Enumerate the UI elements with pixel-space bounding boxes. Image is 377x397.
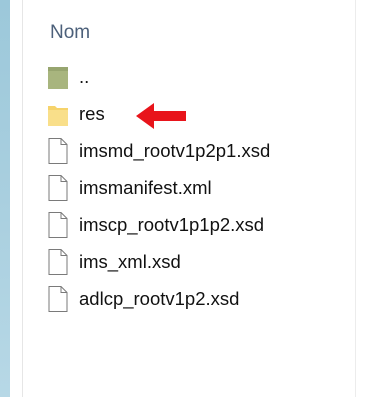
file-icon	[48, 137, 68, 164]
list-item-file[interactable]: imscp_rootv1p1p2.xsd	[47, 206, 347, 243]
list-item-label: adlcp_rootv1p2.xsd	[79, 287, 240, 309]
file-list: .. res imsmd_rootv1p2p1.xsd imsmanifest.…	[47, 58, 347, 317]
list-item-label: res	[79, 102, 105, 124]
file-icon	[48, 211, 68, 238]
list-item-label: imsmd_rootv1p2p1.xsd	[79, 139, 271, 161]
list-item-label: imsmanifest.xml	[79, 176, 212, 198]
list-item-label: ..	[79, 65, 90, 87]
vertical-scrollbar[interactable]	[355, 0, 377, 397]
file-icon	[48, 174, 68, 201]
file-icon	[48, 248, 68, 275]
list-item-parent[interactable]: ..	[47, 58, 347, 95]
list-item-file[interactable]: ims_xml.xsd	[47, 243, 347, 280]
navigation-pane-edge	[0, 0, 10, 397]
column-header-name[interactable]: Nom	[50, 22, 90, 44]
list-item-folder-res[interactable]: res	[47, 95, 347, 132]
list-item-file[interactable]: imsmd_rootv1p2p1.xsd	[47, 132, 347, 169]
list-item-label: ims_xml.xsd	[79, 250, 181, 272]
list-item-file[interactable]: imsmanifest.xml	[47, 169, 347, 206]
red-arrow-icon	[136, 103, 186, 129]
explorer-window: Nom .. res imsmd_rootv1p2p1.xsd imsmanif…	[0, 0, 377, 397]
file-icon	[48, 285, 68, 312]
list-item-label: imscp_rootv1p1p2.xsd	[79, 213, 265, 235]
folder-icon	[48, 105, 68, 126]
parent-folder-icon	[48, 66, 68, 89]
list-item-file[interactable]: adlcp_rootv1p2.xsd	[47, 280, 347, 317]
